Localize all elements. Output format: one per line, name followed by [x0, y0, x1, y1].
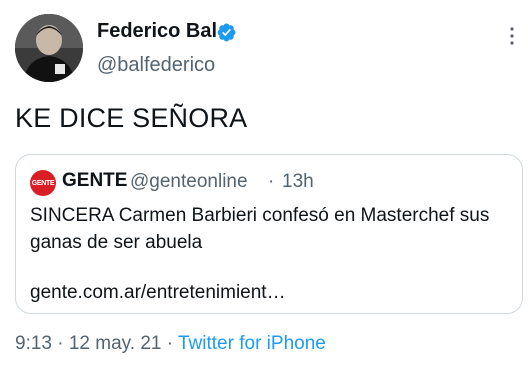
- author-display-name[interactable]: Federico Bal: [97, 20, 217, 43]
- verified-badge-icon: [217, 23, 236, 42]
- more-options-icon[interactable]: [500, 24, 524, 48]
- quoted-avatar-label: GENTE: [31, 179, 55, 187]
- meta-separator: ·: [161, 333, 178, 354]
- tweet-timestamp[interactable]: 9:13 · 12 may. 21: [15, 333, 161, 354]
- quoted-tweet-card[interactable]: GENTE GENTE @genteonline · 13h SINCERA C…: [15, 154, 523, 314]
- quoted-text: SINCERA Carmen Barbieri confesó en Maste…: [30, 205, 490, 253]
- tweet-text: KE DICE SEÑORA: [15, 103, 248, 133]
- quoted-handle: @genteonline: [130, 171, 248, 192]
- tweet-meta: 9:13 · 12 may. 21 · Twitter for iPhone: [15, 333, 326, 355]
- author-handle[interactable]: @balfederico: [97, 54, 215, 77]
- quoted-avatar: GENTE: [30, 170, 56, 196]
- quoted-separator: ·: [268, 171, 275, 192]
- quoted-display-name: GENTE: [62, 170, 128, 191]
- quoted-link[interactable]: gente.com.ar/entretenimient…: [30, 282, 286, 304]
- avatar[interactable]: [15, 14, 83, 82]
- quoted-timestamp: 13h: [282, 171, 314, 192]
- tweet-source-link[interactable]: Twitter for iPhone: [178, 333, 326, 354]
